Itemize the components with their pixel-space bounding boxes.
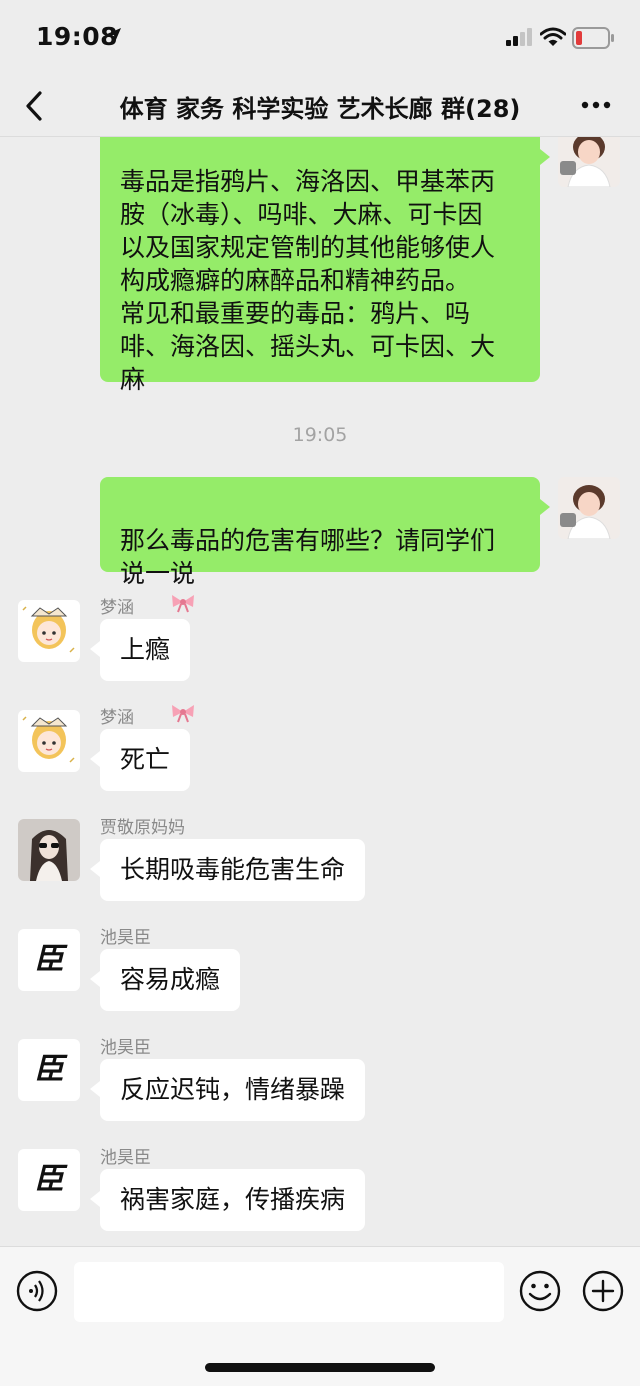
sender-name: 池昊臣: [100, 928, 151, 948]
sender-name: 池昊臣: [100, 1038, 151, 1058]
chat-messages: 毒品是指鸦片、海洛因、甲基苯丙 胺（冰毒）、吗啡、大麻、可卡因 以及国家规定管制…: [0, 137, 640, 1245]
message-bubble-incoming[interactable]: 上瘾: [90, 619, 191, 681]
input-bar: [0, 1246, 640, 1386]
message-text: 长期吸毒能危害生命: [120, 855, 346, 884]
plus-icon[interactable]: [582, 1270, 624, 1312]
sender-name: 梦涵: [100, 598, 134, 618]
avatar[interactable]: [18, 819, 80, 881]
message-bubble-incoming[interactable]: 长期吸毒能危害生命: [90, 839, 366, 901]
avatar[interactable]: [558, 477, 620, 539]
message-bubble-incoming[interactable]: 死亡: [90, 729, 191, 791]
home-indicator: [205, 1363, 435, 1372]
avatar[interactable]: [558, 137, 620, 187]
avatar-text: 臣: [34, 942, 64, 977]
chat-title: 体育 家务 科学实验 艺术长廊 群(28): [119, 95, 521, 123]
message-text: 那么毒品的危害有哪些？请同学们 说一说: [120, 526, 496, 588]
message-bubble-incoming[interactable]: 容易成瘾: [90, 949, 241, 1011]
bow-icon: [172, 595, 194, 613]
message-text: 容易成瘾: [120, 965, 221, 994]
chat-header: 体育 家务 科学实验 艺术长廊 群(28): [0, 76, 640, 137]
bow-icon: [172, 705, 194, 723]
message-bubble-outgoing[interactable]: 那么毒品的危害有哪些？请同学们 说一说: [100, 477, 550, 588]
message-text: 死亡: [120, 745, 171, 774]
message-text: 毒品是指鸦片、海洛因、甲基苯丙 胺（冰毒）、吗啡、大麻、可卡因 以及国家规定管制…: [120, 167, 496, 394]
sender-name: 池昊臣: [100, 1148, 151, 1168]
message-text: 反应迟钝，情绪暴躁: [120, 1075, 346, 1104]
avatar[interactable]: 臣: [18, 1149, 80, 1211]
message-bubble-incoming[interactable]: 反应迟钝，情绪暴躁: [90, 1059, 366, 1121]
message-bubble-incoming[interactable]: 祸害家庭，传播疾病: [90, 1169, 366, 1231]
timestamp: 19:05: [292, 424, 348, 446]
avatar-text: 臣: [34, 1052, 64, 1087]
avatar[interactable]: [18, 710, 80, 772]
more-dots-icon[interactable]: [578, 90, 614, 120]
avatar[interactable]: [18, 600, 80, 662]
battery-low-icon: [572, 27, 614, 49]
wifi-icon: [540, 27, 566, 46]
emoji-icon[interactable]: [519, 1270, 561, 1312]
message-input[interactable]: [74, 1262, 504, 1322]
message-bubble-outgoing[interactable]: 毒品是指鸦片、海洛因、甲基苯丙 胺（冰毒）、吗啡、大麻、可卡因 以及国家规定管制…: [100, 137, 550, 394]
avatar-text: 臣: [34, 1162, 64, 1197]
avatar[interactable]: 臣: [18, 929, 80, 991]
voice-icon[interactable]: [16, 1270, 58, 1312]
signal-icon: [506, 28, 532, 46]
status-bar: 19:08: [0, 0, 640, 76]
message-text: 祸害家庭，传播疾病: [120, 1185, 346, 1214]
sender-name: 梦涵: [100, 708, 134, 728]
avatar[interactable]: 臣: [18, 1039, 80, 1101]
sender-name: 贾敬原妈妈: [100, 818, 185, 838]
location-arrow-icon: [107, 28, 121, 42]
message-text: 上瘾: [120, 635, 171, 664]
